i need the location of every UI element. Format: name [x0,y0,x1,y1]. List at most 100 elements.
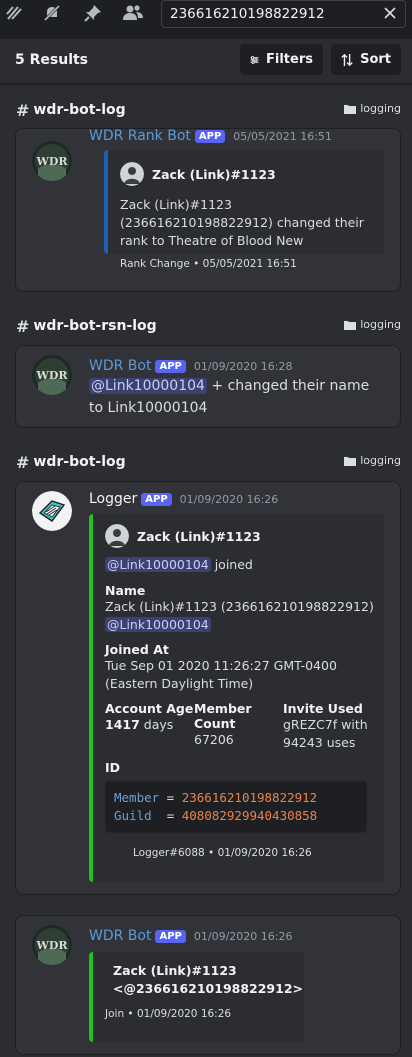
author-name[interactable]: WDR Rank Bot [89,128,191,144]
message-header: WDR Bot APP 01/09/2020 16:28 [89,357,292,375]
embed-footer: Join • 01/09/2020 16:26 [105,1008,232,1020]
timestamp: 01/09/2020 16:26 [179,492,279,506]
field-account-age: Account Age 1417 days [105,701,194,752]
channel-hash-icon: # [16,316,30,336]
user-mention[interactable]: @Link10000104 [105,557,211,572]
channel-header[interactable]: # wdr-bot-log logging [16,100,401,120]
channel-toolbar [0,0,412,40]
embed: Zack (Link)#1123 <@236616210198822912> J… [89,952,304,1042]
threads-icon[interactable] [3,2,25,24]
filters-icon [250,55,259,64]
embed: Zack (Link)#1123 @Link10000104 joined Na… [89,514,384,882]
field-title-count: Member Count [194,701,252,731]
code-value: 408082929940430858 [181,808,318,823]
name-value-text: Zack (Link)#1123 (236616210198822912) [105,599,374,614]
channel-category: logging [344,454,401,467]
field-value-invite: gREZC7f with 94243 uses [283,717,368,750]
sort-icon [341,53,353,66]
description-text: joined [210,557,253,572]
timestamp: 01/09/2020 16:28 [193,359,293,373]
sort-button[interactable]: Sort [331,44,401,75]
avatar[interactable]: WDR [32,141,72,181]
search-results-list: # wdr-bot-log logging WDR WDR Rank Bot A… [0,85,412,1057]
timestamp: 01/09/2020 16:26 [193,929,293,943]
logger-avatar[interactable] [32,491,72,531]
user-mention[interactable]: @Link10000104 [105,617,211,632]
avatar[interactable]: WDR [32,355,72,395]
age-unit: days [139,717,174,732]
app-badge: APP [141,492,172,506]
svg-text:WDR: WDR [35,155,68,168]
field-member-count: Member Count 67206 [194,701,283,752]
author-name[interactable]: WDR Bot [89,358,151,374]
embed: Zack (Link)#1123 Zack (Link)#1123 (23661… [104,150,384,270]
search-results-header: 5 Results Filters Sort [0,40,412,84]
results-count: 5 Results [15,52,89,68]
code-block: Member = 236616210198822912 Guild = 4080… [105,781,367,833]
user-mention[interactable]: @Link10000104 [89,378,207,394]
embed-author-name: Zack (Link)#1123 [137,528,261,544]
field-value-age: 1417 days [105,716,194,734]
pin-icon[interactable] [82,2,104,24]
search-bar[interactable] [161,0,406,28]
search-input[interactable] [170,6,375,22]
search-result[interactable]: WDR WDR Rank Bot APP 05/05/2021 16:51 Za… [15,128,401,292]
channel-category: logging [344,102,401,115]
app-badge: APP [155,359,186,373]
app-badge: APP [155,929,186,943]
embed-author-avatar [120,162,144,186]
embed-footer: Logger#6088 • 01/09/2020 16:26 [133,847,312,859]
author-name[interactable]: WDR Bot [89,928,151,944]
svg-text:WDR: WDR [35,939,68,952]
members-icon[interactable] [122,2,144,24]
embed-author-text: Zack (Link)#1123 <@236616210198822912> [113,962,303,998]
message-content: @Link10000104 + changed their name to Li… [89,375,381,419]
channel-name: wdr-bot-rsn-log [33,318,157,334]
category-name: logging [360,318,401,331]
field-value-count: 67206 [194,732,234,747]
channel-name: wdr-bot-log [33,102,126,118]
message-header: WDR Bot APP 01/09/2020 16:26 [89,927,292,945]
category-name: logging [360,102,401,115]
embed-author-avatar [105,524,129,548]
folder-icon [344,456,357,466]
code-key: Member [114,790,160,805]
field-invite: Invite Used gREZC7f with 94243 uses [283,701,374,752]
timestamp: 05/05/2021 16:51 [233,129,332,143]
search-result[interactable]: WDR WDR Bot APP 01/09/2020 16:28 @Link10… [15,345,401,428]
age-number: 1417 [105,717,140,732]
field-title-id: ID [105,760,121,775]
mute-notifications-icon[interactable] [41,2,63,24]
embed-author-name: Zack (Link)#1123 [113,963,237,978]
channel-header[interactable]: # wdr-bot-log logging [16,452,401,472]
channel-name: wdr-bot-log [33,454,126,470]
avatar[interactable]: WDR [32,925,72,965]
embed-description: @Link10000104 joined [105,556,374,574]
embed-footer: Rank Change • 05/05/2021 16:51 [120,258,297,270]
sort-label: Sort [360,52,391,67]
embed-author-name: Zack (Link)#1123 [152,166,276,182]
channel-hash-icon: # [16,100,30,120]
field-title-age: Account Age [105,701,194,716]
field-value-name: Zack (Link)#1123 (236616210198822912) @L… [105,598,374,634]
svg-text:WDR: WDR [35,369,68,382]
channel-hash-icon: # [16,452,30,472]
code-key: Guild [114,808,152,823]
folder-icon [344,320,357,330]
search-result[interactable]: Logger APP 01/09/2020 16:26 Zack (Link)#… [15,481,401,895]
embed-author: Zack (Link)#1123 [105,524,374,548]
category-name: logging [360,454,401,467]
message-header: WDR Rank Bot APP 05/05/2021 16:51 [89,127,332,145]
channel-category: logging [344,318,401,331]
field-title-joined: Joined At [105,642,169,657]
folder-icon [344,104,357,114]
code-value: 236616210198822912 [181,790,318,805]
clear-search-icon[interactable] [381,4,399,22]
author-name[interactable]: Logger [89,491,137,507]
search-result[interactable]: WDR WDR Bot APP 01/09/2020 16:26 Zack (L… [15,915,401,1055]
field-title-invite: Invite Used [283,701,363,716]
filters-button[interactable]: Filters [240,44,323,75]
channel-header[interactable]: # wdr-bot-rsn-log logging [16,316,401,336]
app-badge: APP [194,129,226,143]
message-header: Logger APP 01/09/2020 16:26 [89,490,278,508]
